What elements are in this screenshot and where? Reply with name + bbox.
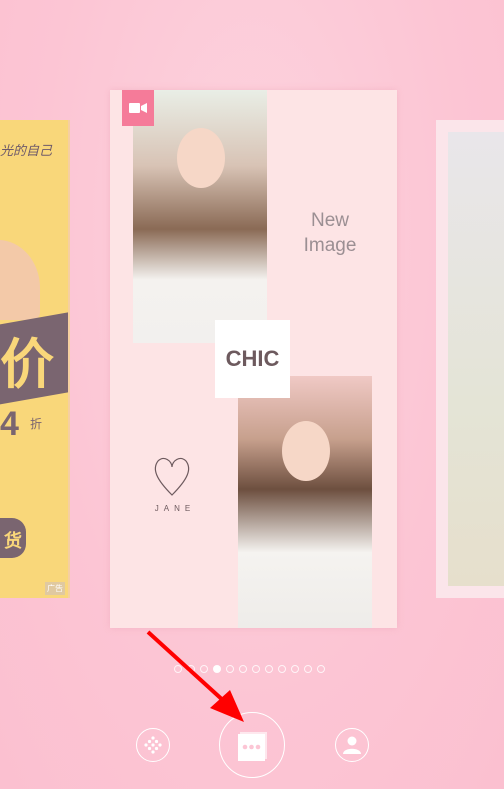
templates-button[interactable]: [219, 712, 285, 778]
jane-text: JANE: [154, 504, 196, 513]
page-dot[interactable]: [174, 665, 182, 673]
page-dot[interactable]: [304, 665, 312, 673]
face: [282, 421, 330, 481]
page-dot[interactable]: [187, 665, 195, 673]
template-photo-top: [133, 90, 267, 343]
page-dot[interactable]: [265, 665, 273, 673]
ad-buy-button[interactable]: 货: [0, 518, 26, 558]
page-dot[interactable]: [291, 665, 299, 673]
heart-icon: [154, 457, 190, 496]
ad-discount: 4: [0, 405, 19, 443]
ad-card-left[interactable]: 光的自己 价 4 折 货 广告: [0, 120, 70, 598]
user-profile-icon: [343, 736, 361, 754]
face: [177, 128, 225, 188]
ad-price-text: 价: [0, 335, 54, 395]
page-dot[interactable]: [239, 665, 247, 673]
page-dot-active[interactable]: [213, 665, 221, 673]
page-dot[interactable]: [252, 665, 260, 673]
page-dot[interactable]: [200, 665, 208, 673]
page-dot[interactable]: [278, 665, 286, 673]
page-indicator: [174, 665, 325, 673]
ad-person-image: [0, 240, 40, 320]
profile-button[interactable]: [335, 728, 369, 762]
ad-discount-unit: 折: [30, 417, 43, 431]
page-dot[interactable]: [226, 665, 234, 673]
video-camera-icon: [122, 90, 154, 126]
dots-grid-icon: [144, 736, 162, 754]
template-photo: [448, 132, 504, 586]
page-dot[interactable]: [317, 665, 325, 673]
chic-label: CHIC: [215, 320, 290, 398]
ad-label: 广告: [45, 582, 65, 595]
dots-grid-button[interactable]: [136, 728, 170, 762]
ad-slogan: 光的自己: [0, 143, 53, 158]
new-image-text: New Image: [303, 210, 357, 256]
template-card-main[interactable]: New Image CHIC JANE: [110, 90, 397, 628]
template-card-right[interactable]: [436, 120, 504, 598]
templates-icon: [238, 732, 267, 761]
template-photo-bottom: [238, 376, 372, 628]
